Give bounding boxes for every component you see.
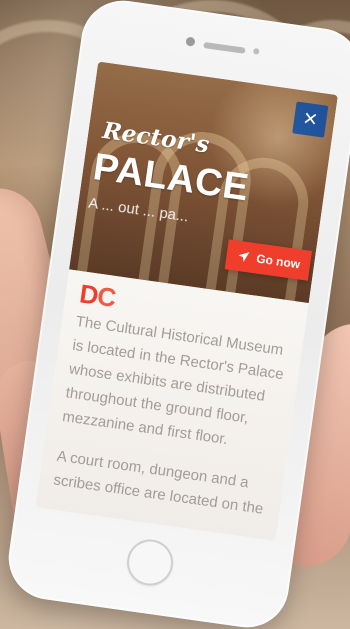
content-area: DC The Cultural Historical Museum is loc… [35,269,309,541]
dc-logo: DC [78,278,118,313]
home-button[interactable] [124,536,177,589]
description-paragraph-2: A court room, dungeon and a scribes offi… [52,447,265,518]
front-camera [185,36,196,47]
proximity-sensor [252,47,260,55]
go-now-label: Go now [255,251,301,272]
app-screen: × Rector's PALACE A ... out ... pa... Go… [35,61,338,541]
earpiece-speaker [203,42,246,54]
hero-image: × Rector's PALACE A ... out ... pa... Go… [69,61,338,304]
navigation-arrow-icon [236,249,252,265]
close-icon: × [301,104,320,134]
description-paragraph-1: The Cultural Historical Museum is locate… [61,312,285,449]
phone-photo-scene: × Rector's PALACE A ... out ... pa... Go… [0,0,350,629]
close-button[interactable]: × [292,101,329,138]
logo-letter-c: C [95,280,118,313]
